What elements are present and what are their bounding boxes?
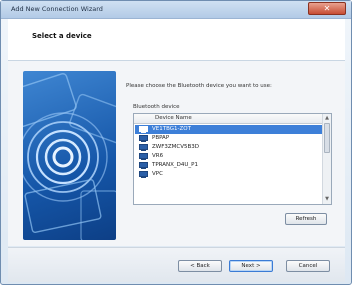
computer-icon: [139, 126, 148, 133]
list-item[interactable]: TPRANX_D4U_P1: [135, 161, 322, 170]
bluetooth-signal-icon: [23, 73, 116, 240]
list-item[interactable]: VPC: [135, 170, 322, 179]
computer-icon: [139, 153, 148, 160]
list-item[interactable]: VE1TBG1-ZOT: [135, 125, 322, 134]
window-title: Add New Connection Wizard: [11, 5, 103, 13]
close-icon: ✕: [323, 4, 331, 13]
device-name: ZWF3ZMCV5B3D: [152, 144, 199, 150]
computer-icon: [139, 144, 148, 151]
refresh-button[interactable]: Refresh: [285, 213, 327, 225]
column-header-label: Device Name: [155, 115, 192, 121]
scroll-down-arrow-icon[interactable]: ▼: [324, 196, 330, 203]
wizard-window: Add New Connection Wizard ✕ Select a dev…: [0, 0, 352, 285]
page-title: Select a device: [32, 32, 92, 40]
device-list[interactable]: Device Name VE1TBG1-ZOT PBPAP ZWF3ZMCV5B…: [133, 113, 332, 205]
wizard-header: Select a device: [8, 19, 345, 61]
next-button[interactable]: Next >: [229, 260, 273, 272]
back-button[interactable]: < Back: [178, 260, 222, 272]
list-item[interactable]: ZWF3ZMCV5B3D: [135, 143, 322, 152]
device-name: VPC: [152, 171, 163, 177]
close-button[interactable]: ✕: [308, 2, 346, 15]
title-bar[interactable]: Add New Connection Wizard ✕: [1, 1, 351, 19]
device-name: PBPAP: [152, 135, 170, 141]
instruction-text: Please choose the Bluetooth device you w…: [126, 83, 272, 89]
scroll-up-arrow-icon[interactable]: ▲: [324, 115, 330, 122]
cancel-button[interactable]: Cancel: [286, 260, 330, 272]
list-item[interactable]: VR6: [135, 152, 322, 161]
scroll-thumb[interactable]: [324, 123, 330, 153]
column-header-device-name[interactable]: Device Name: [134, 114, 323, 124]
device-list-label: Bluetooth device: [133, 104, 180, 110]
vertical-scrollbar[interactable]: ▲ ▼: [322, 114, 331, 204]
wizard-content: Please choose the Bluetooth device you w…: [8, 61, 345, 246]
computer-icon: [139, 135, 148, 142]
device-name: VE1TBG1-ZOT: [152, 126, 191, 132]
computer-icon: [139, 171, 148, 178]
device-name: VR6: [152, 153, 164, 159]
computer-icon: [139, 162, 148, 169]
list-item[interactable]: PBPAP: [135, 134, 322, 143]
device-name: TPRANX_D4U_P1: [152, 162, 198, 168]
wizard-footer: < Back Next > Cancel: [8, 247, 345, 282]
bluetooth-illustration: [23, 71, 116, 240]
